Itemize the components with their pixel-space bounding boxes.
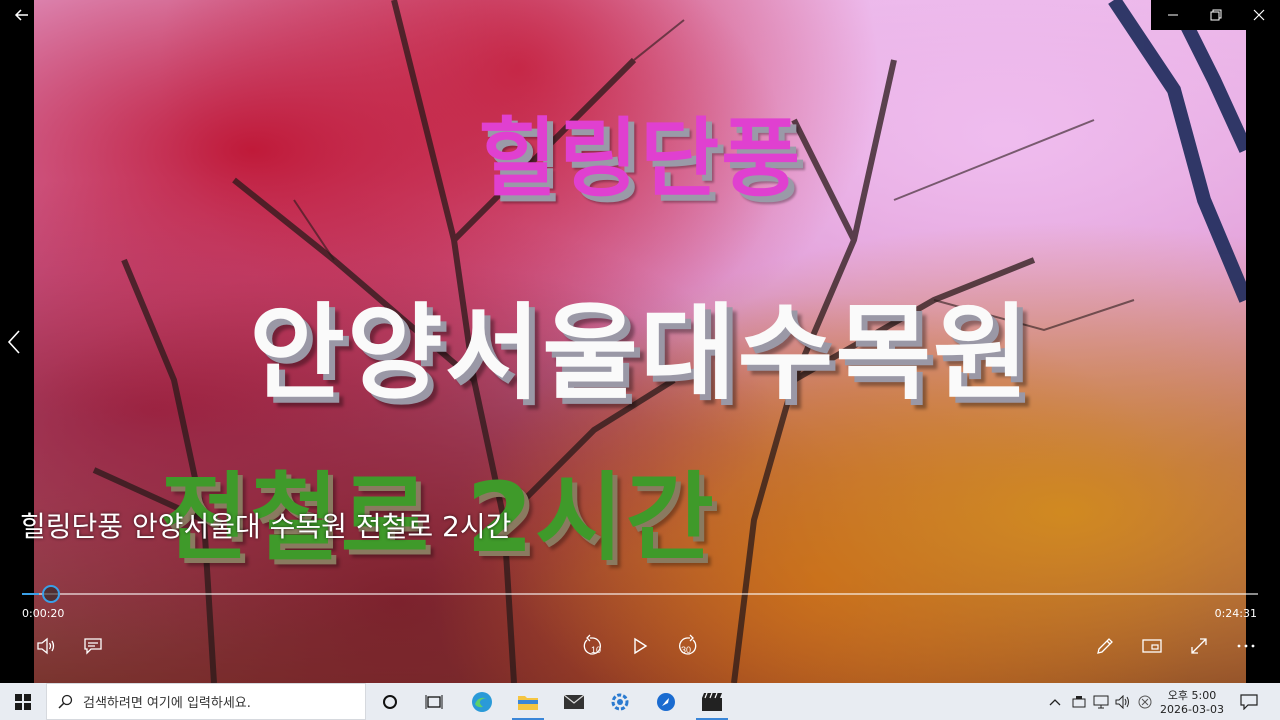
- volume-button[interactable]: [31, 632, 61, 660]
- minimize-icon: [1167, 14, 1178, 16]
- rewind-label: 10: [591, 645, 601, 655]
- cortana-button[interactable]: [368, 683, 412, 720]
- seek-bar[interactable]: [22, 585, 1258, 603]
- taskbar-mail[interactable]: [552, 683, 596, 720]
- video-title-line1: 힐링단풍: [477, 109, 803, 209]
- network-icon: [1093, 695, 1109, 708]
- start-button[interactable]: [0, 683, 46, 720]
- seek-progress: [22, 593, 39, 595]
- video-title-line2: 안양서울대수목원: [249, 292, 1031, 414]
- taskbar-pin-app[interactable]: [644, 683, 688, 720]
- play-icon: [634, 637, 648, 655]
- chevron-up-icon: [1049, 698, 1061, 705]
- taskbar-settings-app[interactable]: [598, 683, 642, 720]
- tray-network[interactable]: [1090, 683, 1112, 720]
- network-adapter-icon: [1072, 695, 1086, 707]
- tray-overflow[interactable]: [1046, 683, 1064, 720]
- total-duration: 0:24:31: [1214, 607, 1257, 620]
- previous-button[interactable]: [0, 322, 28, 362]
- tray-status[interactable]: [1134, 683, 1156, 720]
- settings-app-icon: [611, 693, 629, 710]
- edit-button[interactable]: [1090, 632, 1120, 660]
- search-placeholder: 검색하려면 여기에 입력하세요.: [83, 696, 251, 711]
- rewind-button[interactable]: 10: [578, 632, 608, 660]
- search-icon: [58, 694, 73, 709]
- circle-x-icon: [1138, 695, 1152, 708]
- clock-date: 2026-03-03: [1160, 703, 1224, 716]
- seek-thumb[interactable]: [42, 585, 60, 603]
- more-button[interactable]: [1231, 632, 1261, 660]
- file-explorer-icon: [518, 695, 538, 710]
- subtitles-button[interactable]: [78, 632, 108, 660]
- video-caption: 힐링단풍 안양서울대 수목원 전철로 2시간: [20, 510, 512, 543]
- mail-icon: [563, 694, 585, 709]
- play-button[interactable]: [625, 632, 655, 660]
- chevron-left-icon: [7, 330, 20, 354]
- tray-network-adapter[interactable]: [1068, 683, 1090, 720]
- more-icon: [1237, 644, 1255, 648]
- restore-button[interactable]: [1194, 0, 1237, 30]
- notifications-icon: [1240, 693, 1258, 710]
- clock-time: 오후 5:00: [1167, 689, 1217, 702]
- back-button[interactable]: [0, 0, 43, 30]
- edge-icon: [472, 691, 492, 712]
- speaker-icon: [1115, 694, 1129, 709]
- elapsed-time: 0:00:20: [22, 607, 65, 620]
- forward-button[interactable]: 30: [672, 632, 702, 660]
- pencil-icon: [1097, 638, 1113, 654]
- fullscreen-button[interactable]: [1184, 632, 1214, 660]
- task-view-button[interactable]: [412, 683, 456, 720]
- forward-30-icon: 30: [679, 634, 697, 655]
- clock[interactable]: 오후 5:00 2026-03-03: [1158, 683, 1226, 720]
- volume-icon: [37, 637, 55, 655]
- cortana-icon: [383, 694, 397, 709]
- forward-label: 30: [681, 645, 691, 655]
- taskbar-file-explorer[interactable]: [506, 683, 550, 720]
- taskbar-search[interactable]: 검색하려면 여기에 입력하세요.: [46, 683, 366, 720]
- windows-start-icon: [15, 693, 31, 710]
- task-view-icon: [425, 694, 443, 709]
- action-center-button[interactable]: [1232, 683, 1266, 720]
- fullscreen-icon: [1191, 638, 1207, 654]
- movies-tv-icon: [702, 692, 722, 711]
- video-player[interactable]: 힐링단풍 안양서울대수목원 전철로 2시간 힐링단풍 안양서울대 수목원 전철로…: [0, 0, 1280, 683]
- taskbar-movies-tv[interactable]: [690, 683, 734, 720]
- pin-app-icon: [657, 692, 675, 711]
- tray-volume[interactable]: [1112, 683, 1134, 720]
- taskbar-edge[interactable]: [460, 683, 504, 720]
- minimize-button[interactable]: [1151, 0, 1194, 30]
- restore-icon: [1210, 9, 1221, 21]
- subtitles-icon: [84, 638, 102, 655]
- mini-view-icon: [1142, 639, 1162, 653]
- rewind-10-icon: 10: [583, 634, 601, 655]
- mini-view-button[interactable]: [1137, 632, 1167, 660]
- close-button[interactable]: [1237, 0, 1280, 30]
- back-arrow-icon: [14, 9, 28, 21]
- close-icon: [1253, 9, 1264, 21]
